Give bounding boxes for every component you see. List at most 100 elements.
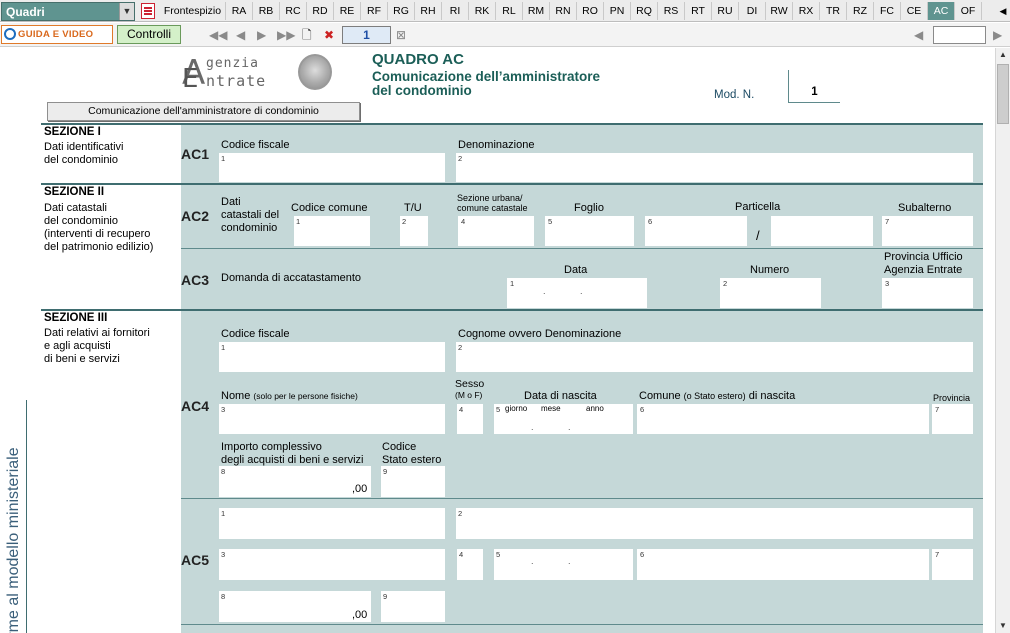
section-iii-desc-line: Dati relativi ai fornitori [44,327,150,339]
tab-pn[interactable]: PN [604,2,631,20]
ac5-nome-field[interactable] [219,549,445,581]
ac4-importo-field[interactable] [219,466,371,498]
tab-re[interactable]: RE [334,2,361,20]
mod-number-field[interactable]: 1 [788,70,840,103]
subtitle-line2: del condominio [372,83,472,98]
tab-rk[interactable]: RK [469,2,496,20]
ac4-cognome-field[interactable] [456,342,973,373]
last-page-icon[interactable]: ▶▶ [277,27,295,43]
ac2-particella-field-2[interactable] [771,216,873,247]
tab-rx[interactable]: RX [793,2,820,20]
tab-rb[interactable]: RB [253,2,280,20]
row-code-ac5: AC5 [181,552,210,568]
field-number: 3 [885,279,890,288]
guida-e-video-button[interactable]: GUIDA E VIDEO [1,25,113,44]
scrollbar-thumb[interactable] [997,64,1009,124]
ac3-provincia-field[interactable] [882,278,973,309]
ac5-cognome-field[interactable] [456,508,973,540]
ac4-comune-note: (o Stato estero) [683,391,746,401]
page-number-field[interactable]: 1 [342,26,391,44]
ac2-subalterno-field[interactable] [882,216,973,247]
tab-rt[interactable]: RT [685,2,712,20]
pdf-icon[interactable] [141,3,155,19]
ac2-codice-comune-field[interactable] [294,216,370,247]
tab-rn[interactable]: RN [550,2,577,20]
close-page-icon[interactable]: ⊠ [396,27,406,43]
ac3-numero-label: Numero [750,264,790,276]
date-separator: . [568,422,571,432]
new-page-icon[interactable]: 🗋 [302,27,312,43]
first-page-icon[interactable]: ◀◀ [209,27,227,43]
ac5-codice-stato-field[interactable] [381,591,445,623]
ac4-comune-tail: di nascita [748,390,796,402]
tab-rw[interactable]: RW [766,2,793,20]
tab-rh[interactable]: RH [415,2,442,20]
ac4-importo-line: Importo complessivo [221,441,322,453]
chevron-down-icon[interactable]: ▼ [119,3,134,20]
quadro-subtitle: Comunicazione dell’amministratore del co… [372,70,600,98]
date-separator: . [531,556,534,566]
logo-line2: ntrate [206,72,267,90]
ac1-denominazione-field[interactable] [456,153,973,183]
tab-rd[interactable]: RD [307,2,334,20]
scroll-left-icon[interactable]: ◀ [914,27,923,43]
tab-tr[interactable]: TR [820,2,847,20]
comunicazione-amministratore-button[interactable]: Comunicazione dell'amministratore di con… [47,102,360,121]
ac4-comune-field[interactable] [637,404,929,435]
ac2-sezione-urbana-field[interactable] [458,216,534,247]
ac1-denominazione-label: Denominazione [458,139,535,151]
ac3-numero-field[interactable] [720,278,821,309]
section-ii-desc-line: del patrimonio edilizio) [44,241,154,253]
controlli-button[interactable]: Controlli [117,25,181,44]
scroll-down-icon[interactable]: ▼ [996,619,1010,633]
field-number: 4 [459,550,464,559]
tab-di[interactable]: DI [739,2,766,20]
ac4-codice-fiscale-field[interactable] [219,342,445,373]
ac1-codice-fiscale-field[interactable] [219,153,445,183]
ac4-comune-text: Comune [639,390,681,402]
field-number: 2 [458,154,463,163]
tab-rc[interactable]: RC [280,2,307,20]
tab-rq[interactable]: RQ [631,2,658,20]
ac4-sesso-line: (M o F) [455,390,483,400]
ac2-foglio-field[interactable] [545,216,634,247]
tab-ro[interactable]: RO [577,2,604,20]
ac4-giorno-label: giorno [505,404,528,413]
delete-page-icon[interactable]: ✖ [324,27,334,43]
ac2-particella-field-1[interactable] [645,216,747,247]
quadri-select[interactable]: Quadri ▼ [1,2,135,21]
next-page-icon[interactable]: ▶ [257,27,266,43]
ac5-comune-field[interactable] [637,549,929,581]
field-number: 2 [723,279,728,288]
scroll-up-icon[interactable]: ▲ [996,48,1010,62]
tab-ac[interactable]: AC [928,2,955,20]
tab-ru[interactable]: RU [712,2,739,20]
tab-scroll-left-icon[interactable]: ◀ [997,4,1009,18]
ac4-codice-stato-field[interactable] [381,466,445,498]
tab-rl[interactable]: RL [496,2,523,20]
mod-label: Mod. N. [714,89,755,101]
ac4-mese-label: mese [541,404,561,413]
tab-rs[interactable]: RS [658,2,685,20]
tab-ra[interactable]: RA [226,2,253,20]
tab-frontespizio[interactable]: Frontespizio [160,2,226,20]
tab-rm[interactable]: RM [523,2,550,20]
ac2-foglio-label: Foglio [574,202,604,214]
tab-rz[interactable]: RZ [847,2,874,20]
tab-ce[interactable]: CE [901,2,928,20]
ac4-nome-field[interactable] [219,404,445,435]
ac5-data-nascita-field[interactable] [494,549,633,581]
search-field[interactable] [933,26,986,44]
field-number: 7 [885,217,890,226]
ac5-importo-field[interactable] [219,591,371,623]
tab-fc[interactable]: FC [874,2,901,20]
scroll-right-icon[interactable]: ▶ [993,27,1002,43]
ac3-data-field[interactable] [507,278,647,309]
tab-ri[interactable]: RI [442,2,469,20]
tab-of[interactable]: OF [955,2,982,20]
tab-rg[interactable]: RG [388,2,415,20]
previous-page-icon[interactable]: ◀ [236,27,245,43]
vertical-scrollbar[interactable]: ▲ ▼ [995,48,1010,633]
tab-rf[interactable]: RF [361,2,388,20]
ac5-codice-fiscale-field[interactable] [219,508,445,540]
